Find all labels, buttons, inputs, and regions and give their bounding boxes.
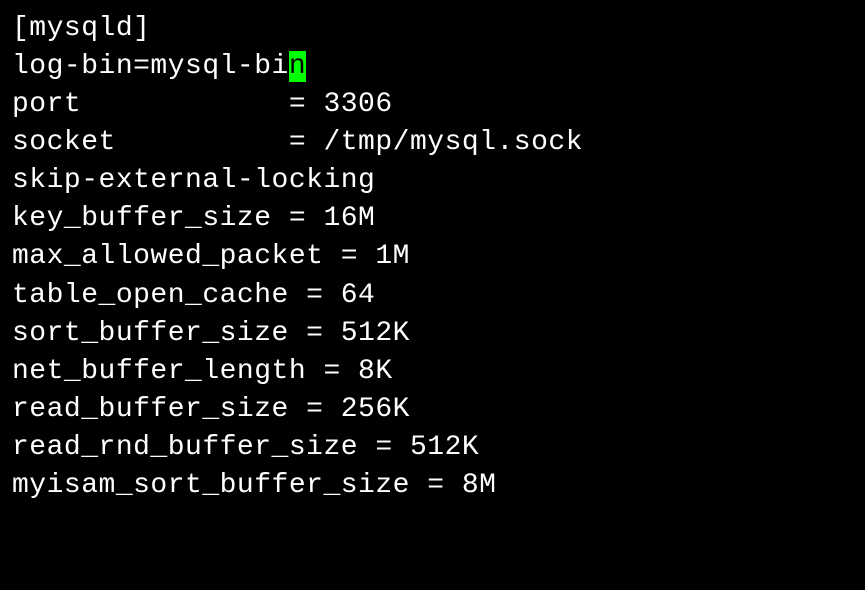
config-line-read-rnd-buffer-size[interactable]: read_rnd_buffer_size = 512K xyxy=(12,429,853,467)
config-line-sort-buffer-size[interactable]: sort_buffer_size = 512K xyxy=(12,315,853,353)
config-line-key-buffer-size[interactable]: key_buffer_size = 16M xyxy=(12,200,853,238)
config-line-log-bin[interactable]: log-bin=mysql-bin xyxy=(12,48,853,86)
config-line-myisam-sort-buffer-size[interactable]: myisam_sort_buffer_size = 8M xyxy=(12,467,853,505)
config-line-port[interactable]: port = 3306 xyxy=(12,86,853,124)
line-pre-cursor: log-bin=mysql-bi xyxy=(12,51,289,82)
config-line-table-open-cache[interactable]: table_open_cache = 64 xyxy=(12,277,853,315)
config-line-max-allowed-packet[interactable]: max_allowed_packet = 1M xyxy=(12,238,853,276)
editor-cursor: n xyxy=(289,51,306,82)
config-line-read-buffer-size[interactable]: read_buffer_size = 256K xyxy=(12,391,853,429)
config-line-socket[interactable]: socket = /tmp/mysql.sock xyxy=(12,124,853,162)
config-line-skip-external-locking[interactable]: skip-external-locking xyxy=(12,162,853,200)
config-section-header: [mysqld] xyxy=(12,10,853,48)
config-line-net-buffer-length[interactable]: net_buffer_length = 8K xyxy=(12,353,853,391)
